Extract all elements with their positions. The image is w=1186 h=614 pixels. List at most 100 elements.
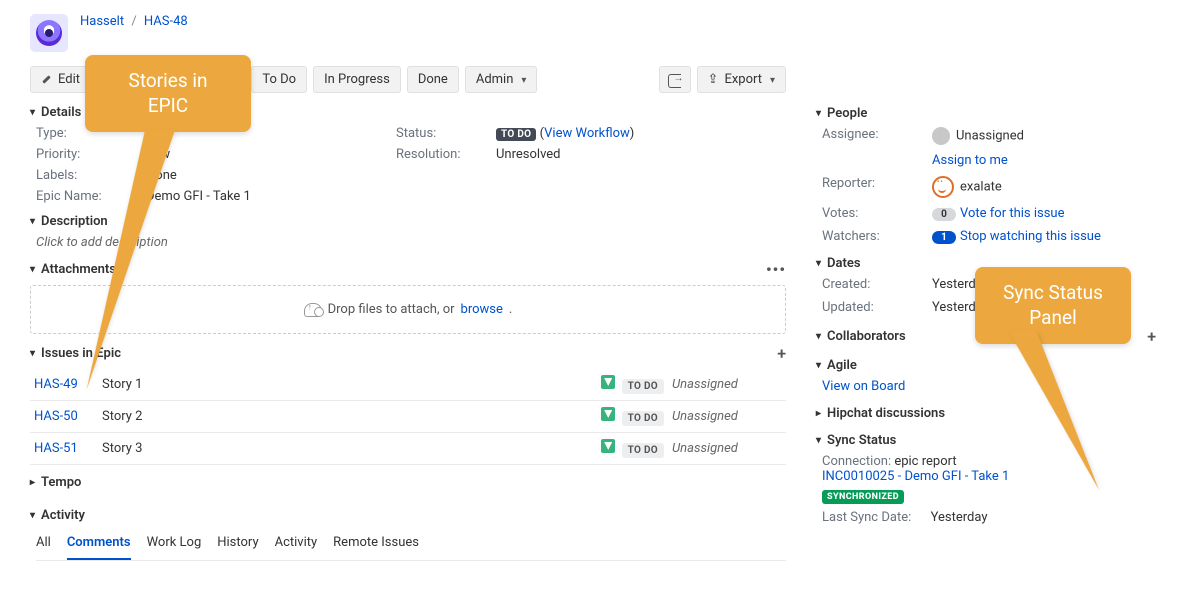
tab-activity[interactable]: Activity: [275, 529, 318, 560]
details-epic-name-value: Demo GFI - Take 1: [146, 189, 396, 204]
admin-button[interactable]: Admin: [465, 66, 538, 93]
issue-assignee: Unassigned: [668, 433, 786, 465]
watchers-count-badge: 1: [932, 231, 956, 244]
issues-in-epic-table: HAS-49 Story 1 TO DO Unassigned HAS-50 S…: [30, 369, 786, 465]
section-sync-status-title: Sync Status: [827, 433, 896, 448]
details-status-label: Status:: [396, 126, 496, 141]
updated-label: Updated:: [822, 300, 932, 315]
transition-done-button[interactable]: Done: [407, 66, 459, 93]
section-hipchat-title: Hipchat discussions: [827, 406, 945, 421]
chevron-down-icon: ▾: [30, 107, 35, 118]
details-status-value: TO DO (View Workflow): [496, 126, 696, 141]
table-row[interactable]: HAS-49 Story 1 TO DO Unassigned: [30, 369, 786, 401]
share-button[interactable]: [659, 66, 691, 93]
section-sync-status-header[interactable]: ▾ Sync Status: [816, 433, 1156, 448]
chevron-down-icon: [519, 72, 526, 87]
section-agile-header[interactable]: ▾ Agile: [816, 358, 1156, 373]
callout-stories-in-epic: Stories in EPIC: [85, 55, 251, 132]
details-labels-value: None: [146, 168, 396, 183]
activity-tabs: All Comments Work Log History Activity R…: [36, 529, 786, 561]
issue-key-link[interactable]: HAS-51: [34, 441, 78, 456]
attachments-browse-link[interactable]: browse: [461, 302, 503, 317]
section-tempo-header[interactable]: ▾ Tempo: [30, 475, 786, 490]
vote-link[interactable]: Vote for this issue: [960, 206, 1064, 221]
issue-key-link[interactable]: HAS-50: [34, 409, 78, 424]
section-collaborators-title: Collaborators: [827, 329, 906, 344]
tab-work-log[interactable]: Work Log: [147, 529, 202, 560]
admin-label: Admin: [476, 72, 514, 87]
breadcrumb-issue-link[interactable]: HAS-48: [144, 14, 188, 29]
edit-button[interactable]: Edit: [30, 66, 91, 93]
view-workflow-link[interactable]: View Workflow: [544, 126, 630, 141]
chevron-down-icon: ▾: [816, 331, 821, 342]
assign-to-me-link[interactable]: Assign to me: [932, 153, 1156, 168]
issue-assignee: Unassigned: [668, 369, 786, 401]
table-row[interactable]: HAS-50 Story 2 TO DO Unassigned: [30, 401, 786, 433]
section-activity-header[interactable]: ▾ Activity: [30, 508, 786, 523]
share-icon: [668, 74, 682, 86]
section-people-header[interactable]: ▾ People: [816, 106, 1156, 121]
attachments-dropzone[interactable]: Drop files to attach, or browse.: [30, 285, 786, 334]
status-pill: TO DO: [622, 443, 664, 458]
section-dates-title: Dates: [827, 256, 861, 271]
votes-label: Votes:: [822, 206, 932, 221]
reporter-label: Reporter:: [822, 176, 932, 191]
details-resolution-label: Resolution:: [396, 147, 496, 162]
sync-connection-label: Connection:: [822, 454, 891, 469]
project-avatar[interactable]: [30, 14, 68, 52]
view-on-board-link[interactable]: View on Board: [822, 379, 905, 394]
people-panel: Assignee: Unassigned Assign to me Report…: [822, 127, 1156, 244]
breadcrumb-project-link[interactable]: Hasselt: [80, 14, 124, 29]
callout-sync-status-panel: Sync Status Panel: [975, 267, 1131, 344]
chevron-down-icon: ▾: [30, 264, 35, 275]
breadcrumb-separator: /: [131, 14, 136, 29]
status-pill: TO DO: [622, 411, 664, 426]
edit-label: Edit: [58, 72, 80, 87]
issue-assignee: Unassigned: [668, 401, 786, 433]
attachments-drop-text: Drop files to attach, or: [328, 302, 455, 317]
tab-remote-issues[interactable]: Remote Issues: [333, 529, 419, 560]
transition-in-progress-button[interactable]: In Progress: [313, 66, 401, 93]
transition-todo-button[interactable]: To Do: [251, 66, 307, 93]
details-priority-label: Priority:: [36, 147, 146, 162]
tab-history[interactable]: History: [217, 529, 258, 560]
breadcrumb: Hasselt / HAS-48: [80, 14, 188, 29]
details-resolution-value: Unresolved: [496, 147, 696, 162]
chevron-right-icon: ▾: [27, 480, 38, 485]
reporter-value[interactable]: exalate: [932, 176, 1156, 198]
chevron-down-icon: ▾: [816, 108, 821, 119]
sync-remote-link[interactable]: INC0010025 - Demo GFI - Take 1: [822, 469, 1009, 484]
sync-last-sync-label: Last Sync Date:: [822, 510, 911, 525]
avatar-unassigned-icon: [932, 127, 950, 145]
assignee-value[interactable]: Unassigned: [932, 127, 1156, 145]
export-button[interactable]: ⇪Export: [697, 66, 786, 93]
section-attachments-header[interactable]: ▾ Attachments •••: [30, 260, 786, 279]
table-row[interactable]: HAS-51 Story 3 TO DO Unassigned: [30, 433, 786, 465]
issue-summary: Story 1: [98, 369, 550, 401]
add-collaborator-button[interactable]: +: [1147, 327, 1156, 346]
section-hipchat-header[interactable]: ▾ Hipchat discussions: [816, 406, 1156, 421]
watchers-label: Watchers:: [822, 229, 932, 244]
add-issue-in-epic-button[interactable]: +: [777, 344, 786, 363]
watch-link[interactable]: Stop watching this issue: [960, 229, 1101, 244]
section-details-title: Details: [41, 105, 81, 120]
issue-summary: Story 2: [98, 401, 550, 433]
description-placeholder[interactable]: Click to add description: [36, 235, 786, 250]
export-label: Export: [724, 72, 762, 87]
assignee-label: Assignee:: [822, 127, 932, 142]
tab-comments[interactable]: Comments: [67, 529, 131, 560]
tab-all[interactable]: All: [36, 529, 51, 560]
section-agile-title: Agile: [827, 358, 857, 373]
status-badge: TO DO: [496, 128, 536, 141]
story-icon: [601, 407, 615, 421]
chevron-down-icon: ▾: [816, 258, 821, 269]
section-people-title: People: [827, 106, 867, 121]
status-pill: TO DO: [622, 379, 664, 394]
votes-count-badge: 0: [932, 208, 956, 221]
pencil-icon: [41, 74, 52, 85]
attachments-more-icon[interactable]: •••: [766, 260, 786, 279]
sync-connection-value: epic report: [894, 454, 956, 469]
section-issues-in-epic-header[interactable]: ▾ Issues in Epic +: [30, 344, 786, 363]
section-description-title: Description: [41, 214, 108, 229]
details-priority-value: Low: [146, 147, 396, 162]
